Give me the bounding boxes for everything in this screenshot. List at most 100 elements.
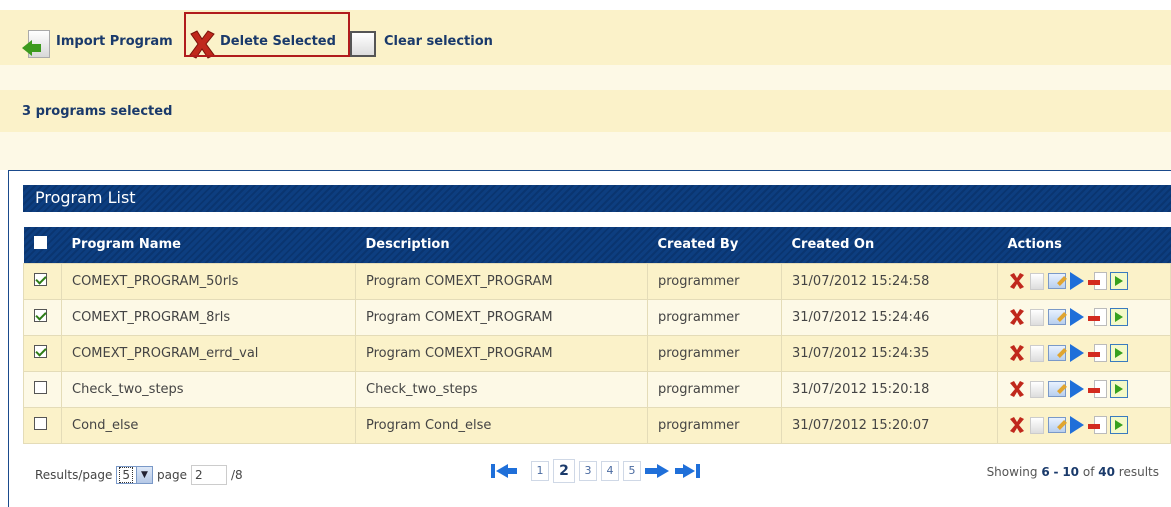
program-name-cell[interactable]: COMEXT_PROGRAM_50rls xyxy=(61,262,356,300)
document-icon[interactable] xyxy=(1030,272,1044,290)
edit-icon[interactable] xyxy=(1048,417,1066,433)
created-on-cell: 31/07/2012 15:20:18 xyxy=(781,370,998,408)
row-checkbox[interactable] xyxy=(34,416,47,430)
document-icon[interactable] xyxy=(1030,344,1044,362)
document-icon[interactable] xyxy=(1030,416,1044,434)
page-button[interactable]: 1 xyxy=(531,461,549,481)
clear-selection-button[interactable]: Clear selection xyxy=(350,22,493,57)
row-checkbox[interactable] xyxy=(34,344,47,358)
move-icon[interactable] xyxy=(1110,416,1128,434)
edit-icon[interactable] xyxy=(1048,345,1066,361)
page-total: /8 xyxy=(230,468,243,482)
actions-cell xyxy=(997,370,1171,408)
run-icon[interactable] xyxy=(1070,308,1084,326)
first-page-icon[interactable] xyxy=(491,464,517,478)
program-name-cell[interactable]: Check_two_steps xyxy=(61,370,356,408)
delete-icon[interactable] xyxy=(1008,380,1026,398)
edit-icon[interactable] xyxy=(1048,273,1066,289)
actions-cell xyxy=(997,334,1171,372)
document-icon[interactable] xyxy=(1030,380,1044,398)
clear-selection-icon xyxy=(350,31,376,57)
created-on-cell: 31/07/2012 15:24:46 xyxy=(781,298,998,336)
chevron-down-icon[interactable]: ▼ xyxy=(135,467,152,483)
import-program-button[interactable]: Import Program xyxy=(22,22,173,58)
table-row: COMEXT_PROGRAM_8rls Program COMEXT_PROGRA… xyxy=(23,298,1171,336)
page-button[interactable]: 4 xyxy=(601,461,619,481)
showing-from: 6 xyxy=(1041,465,1050,479)
clear-selection-label: Clear selection xyxy=(384,34,493,49)
run-icon[interactable] xyxy=(1070,416,1084,434)
actions-cell xyxy=(997,298,1171,336)
page-label: page xyxy=(156,468,187,482)
table-footer: Results/page 5 ▼ page 2 /8 12345 Showing… xyxy=(23,453,1171,493)
page-button[interactable]: 5 xyxy=(623,461,641,481)
program-name-cell[interactable]: COMEXT_PROGRAM_8rls xyxy=(61,298,356,336)
page-button[interactable]: 2 xyxy=(553,459,575,483)
col-created-by[interactable]: Created By xyxy=(648,227,782,263)
delete-highlight-box xyxy=(184,12,350,57)
toolbar: Import Program Delete Selected Clear sel… xyxy=(0,10,1171,65)
import-icon xyxy=(22,30,52,60)
export-icon[interactable] xyxy=(1088,308,1107,326)
delete-icon[interactable] xyxy=(1008,308,1026,326)
results-per-page-value: 5 xyxy=(119,467,133,483)
export-icon[interactable] xyxy=(1088,380,1107,398)
program-table: Program Name Description Created By Crea… xyxy=(23,227,1171,444)
spacer-strip xyxy=(0,65,1171,90)
import-program-label: Import Program xyxy=(56,34,173,49)
export-icon[interactable] xyxy=(1088,272,1107,290)
export-icon[interactable] xyxy=(1088,344,1107,362)
delete-icon[interactable] xyxy=(1008,344,1026,362)
move-icon[interactable] xyxy=(1110,380,1128,398)
results-summary: Showing 6 - 10 of 40 results xyxy=(987,465,1159,479)
row-checkbox[interactable] xyxy=(34,380,47,394)
col-description[interactable]: Description xyxy=(356,227,648,263)
table-header-row: Program Name Description Created By Crea… xyxy=(23,227,1171,263)
row-select-cell xyxy=(23,262,62,300)
row-checkbox[interactable] xyxy=(34,272,47,286)
selection-status-bar: 3 programs selected xyxy=(0,90,1171,132)
table-row: Cond_else Program Cond_else programmer 31/0… xyxy=(23,406,1171,444)
results-per-page-select[interactable]: 5 ▼ xyxy=(116,466,153,484)
table-row: COMEXT_PROGRAM_errd_val Program COMEXT_PR… xyxy=(23,334,1171,372)
row-select-cell xyxy=(23,298,62,336)
created-on-cell: 31/07/2012 15:24:35 xyxy=(781,334,998,372)
move-icon[interactable] xyxy=(1110,344,1128,362)
row-checkbox[interactable] xyxy=(34,308,47,322)
last-page-icon[interactable] xyxy=(675,464,701,478)
move-icon[interactable] xyxy=(1110,308,1128,326)
showing-of: of xyxy=(1082,465,1095,479)
move-icon[interactable] xyxy=(1110,272,1128,290)
select-all-header xyxy=(24,227,62,263)
run-icon[interactable] xyxy=(1070,380,1084,398)
description-cell: Program COMEXT_PROGRAM xyxy=(355,298,648,336)
created-by-cell: programmer xyxy=(647,334,782,372)
created-by-cell: programmer xyxy=(647,298,782,336)
description-cell: Program Cond_else xyxy=(355,406,648,444)
program-name-cell[interactable]: Cond_else xyxy=(61,406,356,444)
col-created-on[interactable]: Created On xyxy=(782,227,998,263)
page-number-input[interactable]: 2 xyxy=(190,465,227,485)
row-select-cell xyxy=(23,370,62,408)
select-all-checkbox[interactable] xyxy=(33,236,47,250)
created-by-cell: programmer xyxy=(647,370,782,408)
showing-prefix: Showing xyxy=(986,465,1038,479)
selection-status-text: 3 programs selected xyxy=(22,104,173,119)
next-page-icon[interactable] xyxy=(645,464,671,478)
export-icon[interactable] xyxy=(1088,416,1107,434)
delete-icon[interactable] xyxy=(1008,272,1026,290)
run-icon[interactable] xyxy=(1070,344,1084,362)
description-cell: Program COMEXT_PROGRAM xyxy=(355,334,648,372)
edit-icon[interactable] xyxy=(1048,381,1066,397)
created-on-cell: 31/07/2012 15:20:07 xyxy=(781,406,998,444)
delete-icon[interactable] xyxy=(1008,416,1026,434)
edit-icon[interactable] xyxy=(1048,309,1066,325)
col-program-name[interactable]: Program Name xyxy=(62,227,356,263)
page-button[interactable]: 3 xyxy=(579,461,597,481)
run-icon[interactable] xyxy=(1070,272,1084,290)
program-name-cell[interactable]: COMEXT_PROGRAM_errd_val xyxy=(61,334,356,372)
document-icon[interactable] xyxy=(1030,308,1044,326)
panel-title: Program List xyxy=(23,185,1171,212)
table-row: COMEXT_PROGRAM_50rls Program COMEXT_PROGR… xyxy=(23,262,1171,300)
actions-cell xyxy=(997,262,1171,300)
